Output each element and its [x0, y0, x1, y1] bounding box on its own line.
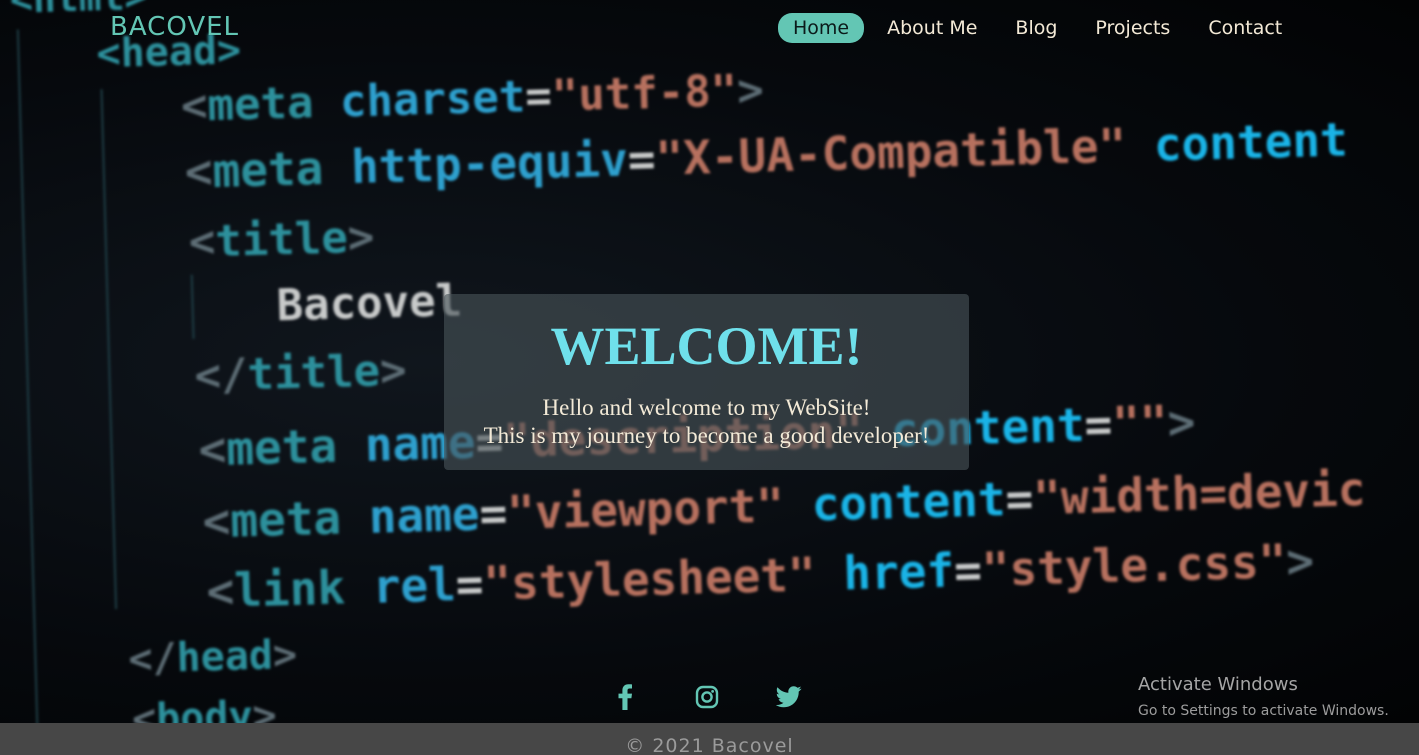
- nav-item-contact[interactable]: Contact: [1193, 13, 1297, 43]
- nav-item-home[interactable]: Home: [778, 13, 865, 43]
- main-nav: Home About Me Blog Projects Contact: [778, 13, 1305, 43]
- nav-item-blog[interactable]: Blog: [1000, 13, 1072, 43]
- site-footer: © 2021 Bacovel: [0, 723, 1419, 755]
- welcome-card: WELCOME! Hello and welcome to my WebSite…: [444, 294, 969, 470]
- nav-item-projects[interactable]: Projects: [1080, 13, 1185, 43]
- code-line: </title>: [193, 344, 408, 402]
- site-logo[interactable]: BACOVEL: [110, 12, 239, 42]
- site-header: BACOVEL Home About Me Blog Projects Cont…: [0, 0, 1419, 58]
- page: <html> <head> <meta charset="utf-8"> <me…: [0, 0, 1419, 755]
- watermark-title: Activate Windows: [1138, 674, 1298, 695]
- welcome-title: WELCOME!: [550, 316, 863, 376]
- code-line: <meta charset="utf-8">: [180, 64, 765, 132]
- social-links: [610, 682, 856, 712]
- instagram-icon[interactable]: [692, 682, 722, 712]
- facebook-icon[interactable]: [610, 682, 640, 712]
- copyright-text: © 2021 Bacovel: [625, 735, 794, 755]
- code-line: <title>: [188, 211, 375, 268]
- nav-item-about-me[interactable]: About Me: [872, 13, 992, 43]
- welcome-message: Hello and welcome to my WebSite! This is…: [444, 394, 969, 450]
- twitter-icon[interactable]: [774, 682, 804, 712]
- code-line: </head>: [127, 631, 298, 683]
- code-line: Bacovel: [275, 275, 463, 332]
- activate-windows-watermark: Activate Windows Go to Settings to activ…: [1138, 674, 1389, 722]
- welcome-line-2: This is my journey to become a good deve…: [483, 423, 930, 448]
- welcome-line-1: Hello and welcome to my WebSite!: [542, 395, 871, 420]
- watermark-subtitle: Go to Settings to activate Windows.: [1138, 703, 1389, 719]
- code-line: <link rel="stylesheet" href="style.css">: [205, 533, 1315, 619]
- code-line: <meta name="viewport" content="width=dev…: [201, 462, 1367, 549]
- code-line: <body>: [131, 692, 278, 723]
